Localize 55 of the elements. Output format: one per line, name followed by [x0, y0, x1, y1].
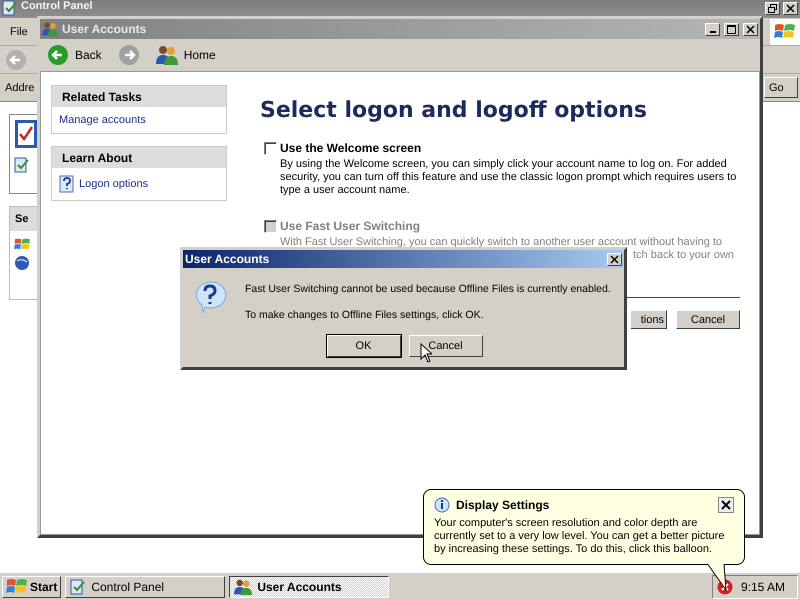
- option-description: With Fast User Switching, you can quickly switch to another user account without having to: [280, 236, 724, 249]
- taskbar-button[interactable]: User Accounts: [229, 576, 390, 598]
- checkbox-label: Use Fast User Switching: [280, 219, 422, 233]
- close-icon: [746, 24, 755, 34]
- close-icon: [786, 4, 795, 13]
- window-title: Control Panel: [21, 0, 93, 13]
- error-icon[interactable]: [716, 578, 733, 594]
- panel-header: Learn About: [52, 147, 226, 168]
- panel-header: Related Tasks: [52, 86, 226, 107]
- clock: 9:15 AM: [740, 580, 785, 594]
- help-link[interactable]: Logon options: [59, 175, 219, 193]
- users-icon: [234, 578, 252, 596]
- back-button[interactable]: Back: [43, 41, 106, 69]
- option-description: tch back to your own: [633, 249, 735, 262]
- control-panel-icon: [14, 157, 30, 173]
- minimize-icon: [710, 31, 716, 33]
- maximize-icon: [727, 24, 736, 34]
- control-panel-icon: [2, 0, 18, 16]
- balloon-text: Your computer's screen resolution and color depth are currently set to a very low level. You can get a better picture by increasing these settings. To do this, click this balloon.: [434, 517, 726, 556]
- users-icon: [156, 44, 178, 66]
- home-button[interactable]: Home: [152, 41, 220, 69]
- options-button[interactable]: tions: [631, 310, 667, 329]
- start-button[interactable]: Start: [2, 576, 62, 598]
- cancel-button[interactable]: Cancel: [676, 310, 740, 329]
- dialog-message: Fast User Switching cannot be used because Offline Files is currently enabled.: [245, 283, 611, 295]
- link[interactable]: Manage accounts: [59, 114, 219, 126]
- close-icon: [610, 254, 619, 264]
- dialog-message: To make changes to Offline Files settings, click OK.: [245, 309, 484, 321]
- globe-icon: [14, 255, 30, 271]
- dialog-title: User Accounts: [185, 252, 270, 266]
- close-icon: [721, 500, 731, 510]
- minimize-button[interactable]: [705, 22, 720, 36]
- menu-item[interactable]: File: [10, 26, 28, 38]
- question-icon: [193, 280, 227, 314]
- address-label: Addre: [5, 82, 34, 94]
- taskbar-button[interactable]: Control Panel: [65, 576, 226, 598]
- cancel-button[interactable]: Cancel: [408, 335, 482, 357]
- notification-balloon[interactable]: Display Settings Your computer's screen resolution and color depth are currently set to a very low level. You can get a better picture by increasing these settings. To do this, click this balloon.: [423, 489, 745, 565]
- windows-logo-icon: [14, 237, 30, 251]
- ok-button[interactable]: OK: [326, 335, 400, 357]
- option-description: By using the Welcome screen, you can simply click your account name to log on. For added security, you can turn off this feature and use the classic logon prompt which requires users to type a user account name.: [280, 158, 738, 197]
- checklist-icon: [14, 119, 38, 149]
- close-button[interactable]: [718, 497, 734, 513]
- users-icon: [42, 21, 58, 37]
- window-title: User Accounts: [62, 22, 146, 36]
- restore-icon: [768, 4, 777, 13]
- balloon-title: Display Settings: [456, 498, 550, 512]
- checkbox-label: Use the Welcome screen: [280, 141, 422, 155]
- control-panel-icon: [70, 578, 86, 594]
- info-icon: [434, 497, 450, 513]
- go-button[interactable]: Go: [764, 77, 798, 98]
- page-heading: Select logon and logoff options: [260, 98, 648, 123]
- maximize-button[interactable]: [724, 22, 739, 36]
- restore-button[interactable]: [765, 2, 780, 15]
- help-icon: [59, 175, 75, 193]
